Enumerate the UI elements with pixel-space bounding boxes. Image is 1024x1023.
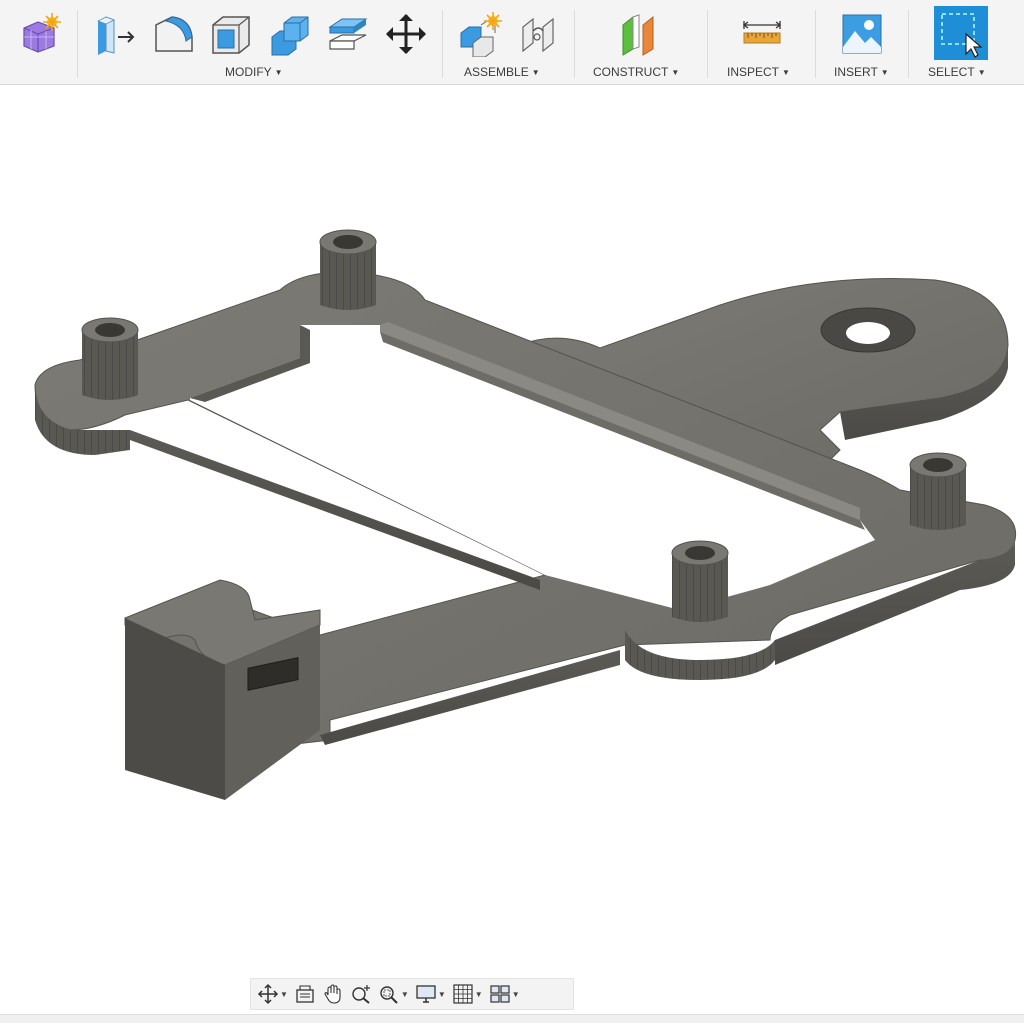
inspect-menu[interactable]: INSPECT ▼ xyxy=(727,65,790,79)
construct-menu[interactable]: CONSTRUCT ▼ xyxy=(593,65,679,79)
viewports-icon xyxy=(490,985,510,1003)
grid-settings-icon xyxy=(453,984,473,1004)
modify-caret-icon: ▼ xyxy=(274,67,283,77)
separator xyxy=(77,10,78,78)
look-at-button[interactable] xyxy=(292,981,318,1007)
standoff-right xyxy=(909,452,967,530)
insert-menu[interactable]: INSERT ▼ xyxy=(834,65,889,79)
grid-settings-caret-icon: ▼ xyxy=(474,989,483,999)
construct-caret-icon: ▼ xyxy=(671,67,680,77)
pan-icon xyxy=(324,984,341,1004)
zoom-window-icon xyxy=(380,986,398,1004)
new-component-icon xyxy=(460,12,502,57)
insert-caret-icon: ▼ xyxy=(880,67,889,77)
combine-icon xyxy=(271,16,309,56)
joint-button[interactable] xyxy=(513,8,563,60)
shell-button[interactable] xyxy=(206,8,256,60)
orbit-icon xyxy=(257,983,279,1005)
insert-image-icon xyxy=(842,14,882,54)
select-box-button[interactable] xyxy=(934,6,988,60)
offset-plane-icon xyxy=(622,14,654,56)
bottom-strip xyxy=(0,1014,1024,1023)
separator xyxy=(442,10,443,78)
measure-button[interactable] xyxy=(737,8,787,60)
standoff-back-left xyxy=(81,317,139,400)
fillet-icon xyxy=(155,16,193,52)
orbit-caret-icon: ▼ xyxy=(280,989,288,999)
separator xyxy=(707,10,708,78)
offset-face-button[interactable] xyxy=(322,8,372,60)
assemble-menu[interactable]: ASSEMBLE ▼ xyxy=(464,65,540,79)
joint-icon xyxy=(522,17,554,53)
insert-label: INSERT xyxy=(834,65,878,79)
construct-label: CONSTRUCT xyxy=(593,65,669,79)
measure-icon xyxy=(742,21,782,44)
select-box-icon xyxy=(941,13,983,58)
shell-icon xyxy=(212,16,250,54)
display-settings-icon xyxy=(416,985,436,1003)
zoom-button[interactable] xyxy=(348,981,374,1007)
create-form-icon xyxy=(23,13,61,53)
move-icon xyxy=(386,14,426,54)
combine-button[interactable] xyxy=(264,8,314,60)
inspect-label: INSPECT xyxy=(727,65,780,79)
select-caret-icon: ▼ xyxy=(977,67,986,77)
navigation-bar: ▼ ▼ ▼ ▼ ▼ xyxy=(250,978,574,1010)
separator xyxy=(815,10,816,78)
display-settings-button[interactable]: ▼ xyxy=(413,981,448,1007)
look-at-icon xyxy=(296,985,314,1003)
move-button[interactable] xyxy=(381,8,431,60)
display-settings-caret-icon: ▼ xyxy=(437,989,446,999)
inspect-caret-icon: ▼ xyxy=(782,67,790,77)
model-3d-bracket xyxy=(34,229,1017,800)
pan-button[interactable] xyxy=(320,981,346,1007)
offset-face-icon xyxy=(328,18,368,50)
assemble-label: ASSEMBLE xyxy=(464,65,529,79)
viewports-button[interactable]: ▼ xyxy=(487,981,522,1007)
canvas-viewport[interactable] xyxy=(0,86,1024,1014)
new-component-button[interactable] xyxy=(455,8,505,60)
grid-settings-button[interactable]: ▼ xyxy=(450,981,485,1007)
orbit-button[interactable]: ▼ xyxy=(255,981,290,1007)
viewports-caret-icon: ▼ xyxy=(511,989,520,999)
separator xyxy=(908,10,909,78)
zoom-window-button[interactable]: ▼ xyxy=(376,981,411,1007)
insert-image-button[interactable] xyxy=(837,8,887,60)
separator xyxy=(574,10,575,78)
modify-label: MODIFY xyxy=(225,65,272,79)
press-pull-icon xyxy=(97,16,135,55)
fillet-button[interactable] xyxy=(148,8,198,60)
modify-menu[interactable]: MODIFY ▼ xyxy=(225,65,283,79)
toolbar: MODIFY ▼ ASSEMBLE ▼ CONSTRUCT ▼ INSPECT … xyxy=(0,0,1024,85)
standoff-front xyxy=(671,540,729,622)
press-pull-button[interactable] xyxy=(90,8,140,60)
select-menu[interactable]: SELECT ▼ xyxy=(928,65,986,79)
create-form-button[interactable] xyxy=(15,8,65,60)
assemble-caret-icon: ▼ xyxy=(531,67,540,77)
zoom-window-caret-icon: ▼ xyxy=(400,989,409,999)
zoom-icon xyxy=(352,985,370,1004)
select-label: SELECT xyxy=(928,65,975,79)
standoff-back-center xyxy=(319,229,377,310)
offset-plane-button[interactable] xyxy=(615,8,665,60)
